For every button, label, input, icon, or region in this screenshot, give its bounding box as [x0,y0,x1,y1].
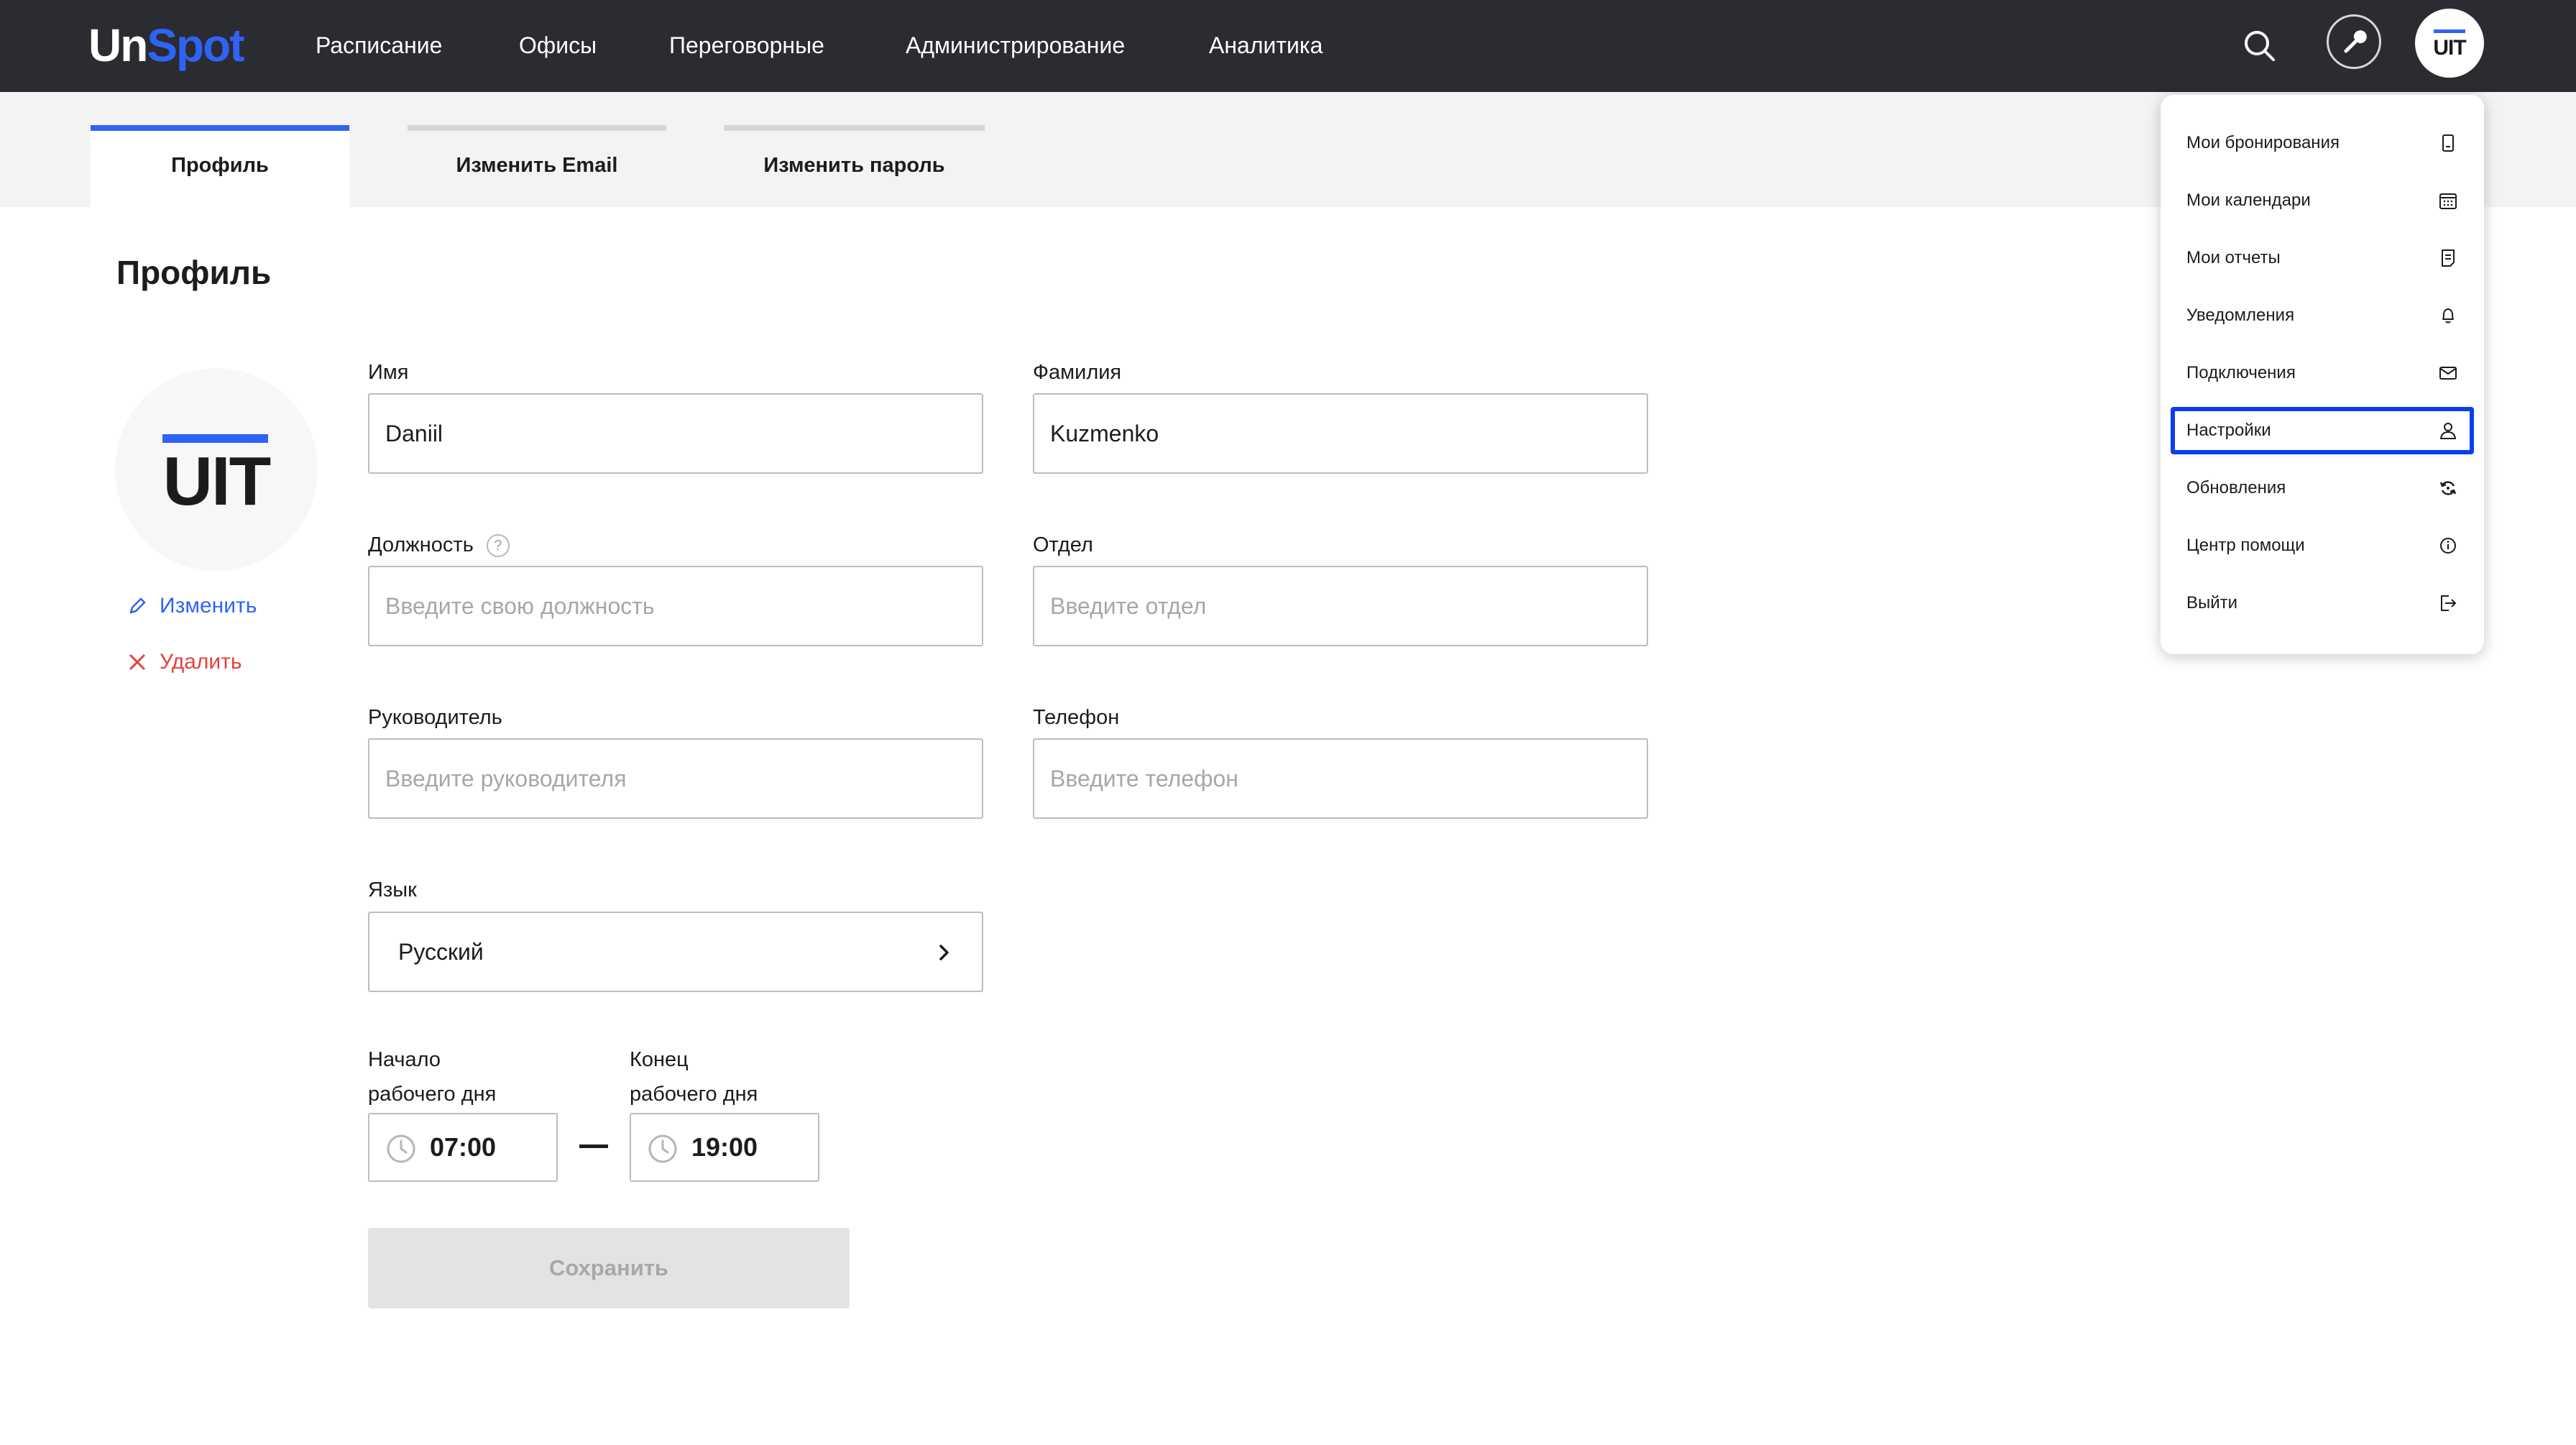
menu-item-notifications[interactable]: Уведомления [2171,292,2474,339]
nav-offices[interactable]: Офисы [519,26,597,65]
tab-profile[interactable]: Профиль [91,125,349,207]
save-button[interactable]: Сохранить [368,1228,850,1308]
last-name-input[interactable] [1034,395,1647,472]
menu-item-label: Выйти [2186,593,2238,613]
user-icon [2440,423,2456,439]
page-title: Профиль [116,254,272,291]
menu-item-my-bookings[interactable]: Мои бронирования [2171,119,2474,167]
work-end-label-line1: Конец [630,1048,689,1071]
department-input[interactable] [1034,567,1647,645]
menu-item-label: Уведомления [2186,306,2295,325]
help-icon[interactable]: ? [486,534,510,558]
language-label: Язык [368,879,417,902]
menu-item-label: Подключения [2186,363,2296,382]
nav-schedule[interactable]: Расписание [316,26,442,65]
profile-avatar: UIT [115,368,318,571]
tab-change-email[interactable]: Изменить Email [408,125,666,207]
work-start-time-value: 07:00 [430,1132,497,1162]
menu-item-label: Мои календари [2186,191,2311,210]
phone-label: Телефон [1033,706,1120,729]
work-start-label: Начало рабочего дня [368,1042,496,1111]
time-range-separator [579,1144,608,1148]
pencil-icon [129,597,146,614]
work-start-time-field[interactable]: 07:00 [368,1113,558,1182]
report-icon [2442,249,2455,267]
nav-meeting-rooms[interactable]: Переговорные [669,26,824,65]
manager-label: Руководитель [368,706,502,729]
position-label-row: Должность? [368,533,510,558]
info-icon [2440,538,2456,554]
work-end-time-value: 19:00 [691,1132,758,1162]
booking-icon [2442,134,2454,152]
edit-avatar-link[interactable]: Изменить [126,594,257,618]
manager-input[interactable] [369,740,982,817]
manager-field [368,738,983,819]
work-start-label-line1: Начало [368,1048,441,1071]
menu-item-my-reports[interactable]: Мои отчеты [2171,234,2474,282]
user-avatar-button[interactable]: UIT [2415,9,2484,78]
menu-item-updates[interactable]: Обновления [2171,464,2474,512]
avatar-logo-text: UIT [2433,36,2466,60]
mail-icon [2439,367,2457,380]
tab-change-password[interactable]: Изменить пароль [724,125,985,207]
work-end-label-line2: рабочего дня [630,1083,758,1106]
language-value: Русский [398,939,484,965]
calendar-icon [2439,193,2457,209]
position-input[interactable] [369,567,982,645]
chevron-right-icon [939,945,949,960]
position-label: Должность [368,533,474,556]
menu-item-logout[interactable]: Выйти [2171,579,2474,627]
user-dropdown-menu: Мои бронирования Мои календари Мои отчет… [2161,95,2484,654]
top-navigation-bar: UnSpot Расписание Офисы Переговорные Адм… [0,0,2576,92]
unspot-logo[interactable]: UnSpot [88,13,245,78]
refresh-icon [2439,481,2457,495]
menu-item-help-center[interactable]: Центр помощи [2171,522,2474,569]
position-field [368,566,983,646]
first-name-field [368,393,983,474]
menu-item-label: Настройки [2186,421,2271,440]
work-end-time-field[interactable]: 19:00 [630,1113,819,1182]
edit-avatar-label: Изменить [160,594,257,618]
language-select[interactable]: Русский [368,912,983,992]
avatar-logo-text: UIT [162,443,272,520]
department-field [1033,566,1648,646]
menu-item-my-calendars[interactable]: Мои календари [2171,177,2474,224]
wrench-icon[interactable] [2327,14,2381,69]
clock-icon [648,1134,677,1163]
menu-item-label: Мои отчеты [2186,248,2281,267]
first-name-label: Имя [368,361,409,384]
phone-field [1033,738,1648,819]
first-name-input[interactable] [369,395,982,472]
last-name-field [1033,393,1648,474]
nav-analytics[interactable]: Аналитика [1209,26,1322,65]
menu-item-label: Центр помощи [2186,536,2305,555]
avatar-logo-bar [2434,29,2465,33]
clock-icon [387,1134,415,1163]
logout-icon [2441,595,2456,611]
work-end-label: Конец рабочего дня [630,1042,758,1111]
department-label: Отдел [1033,533,1093,556]
menu-item-label: Обновления [2186,478,2286,497]
phone-input[interactable] [1034,740,1647,817]
bell-icon [2442,308,2454,324]
close-icon [129,653,146,671]
delete-avatar-label: Удалить [160,650,242,674]
menu-item-connections[interactable]: Подключения [2171,349,2474,397]
menu-item-label: Мои бронирования [2186,133,2340,152]
search-icon[interactable] [2240,27,2279,65]
nav-administration[interactable]: Администрирование [906,26,1125,65]
work-start-label-line2: рабочего дня [368,1083,497,1106]
avatar-logo-bar [162,434,268,443]
last-name-label: Фамилия [1033,361,1122,384]
delete-avatar-link[interactable]: Удалить [126,650,242,674]
menu-item-settings[interactable]: Настройки [2171,407,2474,454]
